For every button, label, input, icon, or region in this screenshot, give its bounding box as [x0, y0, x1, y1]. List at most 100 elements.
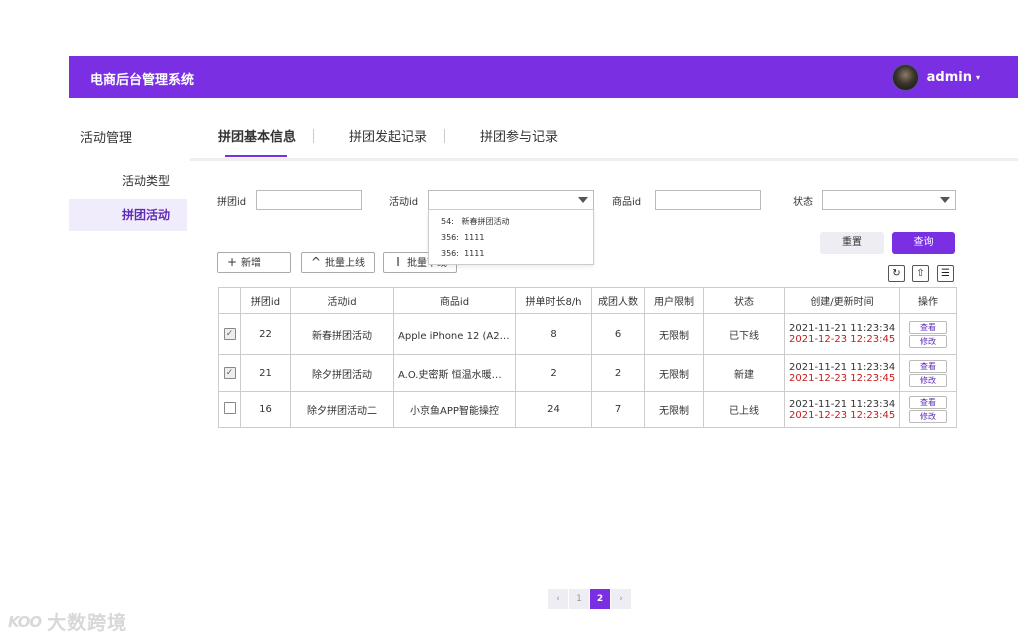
cell-time: 2021-11-21 11:23:34 2021-12-23 12:23:45 — [784, 391, 900, 428]
row-checkbox[interactable]: ✓ — [223, 367, 236, 379]
activity-id-label: 活动id — [389, 197, 419, 208]
app-title: 电商后台管理系统 — [90, 73, 195, 88]
cell-status: 新建 — [703, 354, 785, 392]
cell-status: 已下线 — [703, 313, 785, 355]
header-time: 创建/更新时间 — [784, 287, 900, 314]
batch-online-button[interactable]: ^ 批量上线 — [301, 252, 375, 273]
cell-product: 小京鱼APP智能操控 — [393, 391, 516, 428]
header-product-id: 商品id — [393, 287, 516, 314]
group-id-label: 拼团id — [217, 197, 247, 208]
chevron-up-icon: ^ — [310, 255, 322, 269]
view-button[interactable]: 查看 — [909, 359, 947, 373]
add-button[interactable]: + 新增 — [217, 252, 291, 273]
row-checkbox[interactable]: ✓ — [223, 328, 236, 340]
edit-button[interactable]: 修改 — [909, 410, 947, 423]
tab-bar: 拼团基本信息 拼团发起记录 拼团参与记录 — [218, 126, 558, 157]
created-time: 2021-11-21 11:23:34 — [789, 362, 896, 373]
edit-button[interactable]: 修改 — [909, 373, 947, 387]
cell-duration: 2 — [515, 354, 592, 392]
dropdown-option[interactable]: 54: 新春拼团活动 — [441, 216, 510, 227]
dropdown-arrow-icon — [940, 197, 950, 203]
refresh-icon[interactable]: ↻ — [888, 265, 905, 282]
table-row: ✓ 21 除夕拼团活动 A.O.史密斯 恒温水暖电热水器 2 2 无限制 新建 … — [218, 354, 957, 392]
product-id-label: 商品id — [612, 197, 642, 208]
table-row: 16 除夕拼团活动二 小京鱼APP智能操控 24 7 无限制 已上线 2021-… — [218, 391, 957, 428]
updated-time: 2021-12-23 12:23:45 — [789, 373, 896, 384]
group-activity-table: 拼团id 活动id 商品id 拼单时长8/h 成团人数 用户限制 状态 创建/更… — [218, 287, 957, 428]
tab-group-launch-records[interactable]: 拼团发起记录 — [349, 126, 427, 145]
activity-id-select[interactable] — [428, 190, 594, 210]
cell-actions: 查看 修改 — [899, 391, 957, 428]
cell-size: 6 — [591, 313, 645, 355]
cell-group-id: 21 — [240, 354, 291, 392]
column-settings-icon[interactable]: ☰ — [937, 265, 954, 282]
cell-activity: 新春拼团活动 — [290, 313, 394, 355]
activity-id-dropdown: 54: 新春拼团活动 356: 1111 356: 1111 — [428, 209, 594, 265]
cell-actions: 查看 修改 — [899, 313, 957, 355]
watermark-logo: KOO — [8, 612, 42, 631]
cell-group-id: 16 — [240, 391, 291, 428]
edit-button[interactable]: 修改 — [909, 334, 947, 348]
header-actions: 操作 — [899, 287, 957, 314]
next-page-button[interactable]: › — [611, 589, 631, 609]
sidebar-item-activity-type[interactable]: 活动类型 — [69, 165, 187, 197]
cell-product: A.O.史密斯 恒温水暖电热水器 — [393, 354, 516, 392]
view-button[interactable]: 查看 — [909, 320, 947, 334]
table-row: ✓ 22 新春拼团活动 Apple iPhone 12 (A2403) 128G… — [218, 313, 957, 355]
cell-actions: 查看 修改 — [899, 354, 957, 392]
cell-time: 2021-11-21 11:23:34 2021-12-23 12:23:45 — [784, 313, 900, 355]
cell-duration: 24 — [515, 391, 592, 428]
tabs-divider-line — [190, 158, 1018, 161]
header-user-limit: 用户限制 — [644, 287, 704, 314]
query-button[interactable]: 查询 — [892, 232, 955, 254]
dropdown-arrow-icon — [578, 197, 588, 203]
cell-size: 7 — [591, 391, 645, 428]
cell-size: 2 — [591, 354, 645, 392]
user-menu[interactable]: admin ▾ — [891, 64, 980, 91]
cell-limit: 无限制 — [644, 391, 704, 428]
tab-group-basic-info[interactable]: 拼团基本信息 — [218, 126, 296, 157]
cell-limit: 无限制 — [644, 313, 704, 355]
view-button[interactable]: 查看 — [909, 396, 947, 409]
row-checkbox[interactable] — [223, 402, 236, 414]
header-select — [218, 287, 241, 314]
header-group-id: 拼团id — [240, 287, 291, 314]
sidebar-group-title: 活动管理 — [80, 131, 133, 146]
cell-status: 已上线 — [703, 391, 785, 428]
plus-icon: + — [226, 255, 238, 269]
status-label: 状态 — [793, 197, 813, 208]
page-1-button[interactable]: 1 — [569, 589, 589, 609]
offline-icon: I — [396, 255, 400, 269]
watermark-text: 大数跨境 — [47, 612, 128, 634]
page-2-button[interactable]: 2 — [590, 589, 610, 609]
reset-button[interactable]: 重置 — [820, 232, 884, 254]
prev-page-button[interactable]: ‹ — [548, 589, 568, 609]
tab-divider — [444, 128, 446, 143]
created-time: 2021-11-21 11:23:34 — [789, 323, 896, 334]
watermark: KOO 大数跨境 — [8, 608, 127, 635]
cell-group-id: 22 — [240, 313, 291, 355]
status-select[interactable] — [822, 190, 956, 210]
top-bar: 电商后台管理系统 admin ▾ — [69, 56, 1018, 98]
updated-time: 2021-12-23 12:23:45 — [789, 334, 896, 345]
tab-group-join-records[interactable]: 拼团参与记录 — [480, 126, 558, 145]
export-icon[interactable]: ⇧ — [912, 265, 929, 282]
cell-limit: 无限制 — [644, 354, 704, 392]
header-group-size: 成团人数 — [591, 287, 645, 314]
tab-divider — [313, 128, 315, 143]
group-id-input[interactable] — [256, 190, 362, 210]
cell-activity: 除夕拼团活动二 — [290, 391, 394, 428]
cell-activity: 除夕拼团活动 — [290, 354, 394, 392]
updated-time: 2021-12-23 12:23:45 — [789, 409, 896, 421]
username[interactable]: admin — [927, 70, 972, 85]
chevron-down-icon[interactable]: ▾ — [976, 73, 980, 82]
product-id-input[interactable] — [655, 190, 761, 210]
header-activity-id: 活动id — [290, 287, 394, 314]
table-header: 拼团id 活动id 商品id 拼单时长8/h 成团人数 用户限制 状态 创建/更… — [218, 287, 957, 314]
dropdown-option[interactable]: 356: 1111 — [441, 233, 484, 242]
dropdown-option[interactable]: 356: 1111 — [441, 249, 484, 258]
cell-product: Apple iPhone 12 (A2403) 128GB 紫色 支持移动联通电… — [393, 313, 516, 355]
header-status: 状态 — [703, 287, 785, 314]
avatar[interactable] — [891, 64, 919, 91]
sidebar-item-group-activity[interactable]: 拼团活动 — [69, 199, 187, 231]
